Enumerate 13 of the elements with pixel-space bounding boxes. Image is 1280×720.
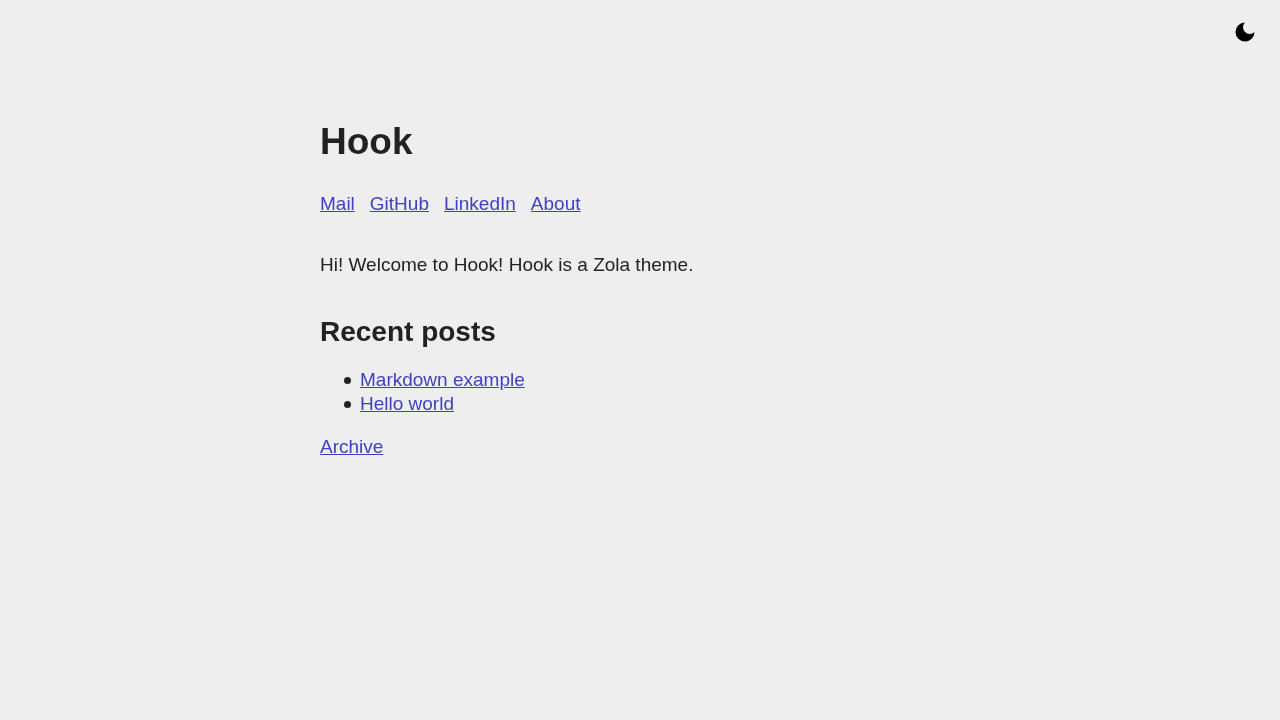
intro-text: Hi! Welcome to Hook! Hook is a Zola theme. [320, 253, 695, 277]
nav-link[interactable]: About [530, 192, 581, 216]
archive-link[interactable]: Archive [320, 436, 384, 457]
bullet-icon [344, 376, 351, 384]
post-link[interactable]: Hello world [360, 392, 454, 416]
nav-link[interactable]: LinkedIn [444, 192, 516, 216]
nav-link[interactable]: GitHub [369, 192, 429, 216]
post-link[interactable]: Markdown example [360, 368, 525, 392]
section-heading: Recent posts [320, 315, 497, 349]
nav-link[interactable]: Mail [320, 192, 355, 216]
site-title: Hook [320, 120, 414, 164]
bullet-icon [344, 400, 351, 408]
dark-mode-toggle-icon[interactable] [1235, 22, 1255, 42]
